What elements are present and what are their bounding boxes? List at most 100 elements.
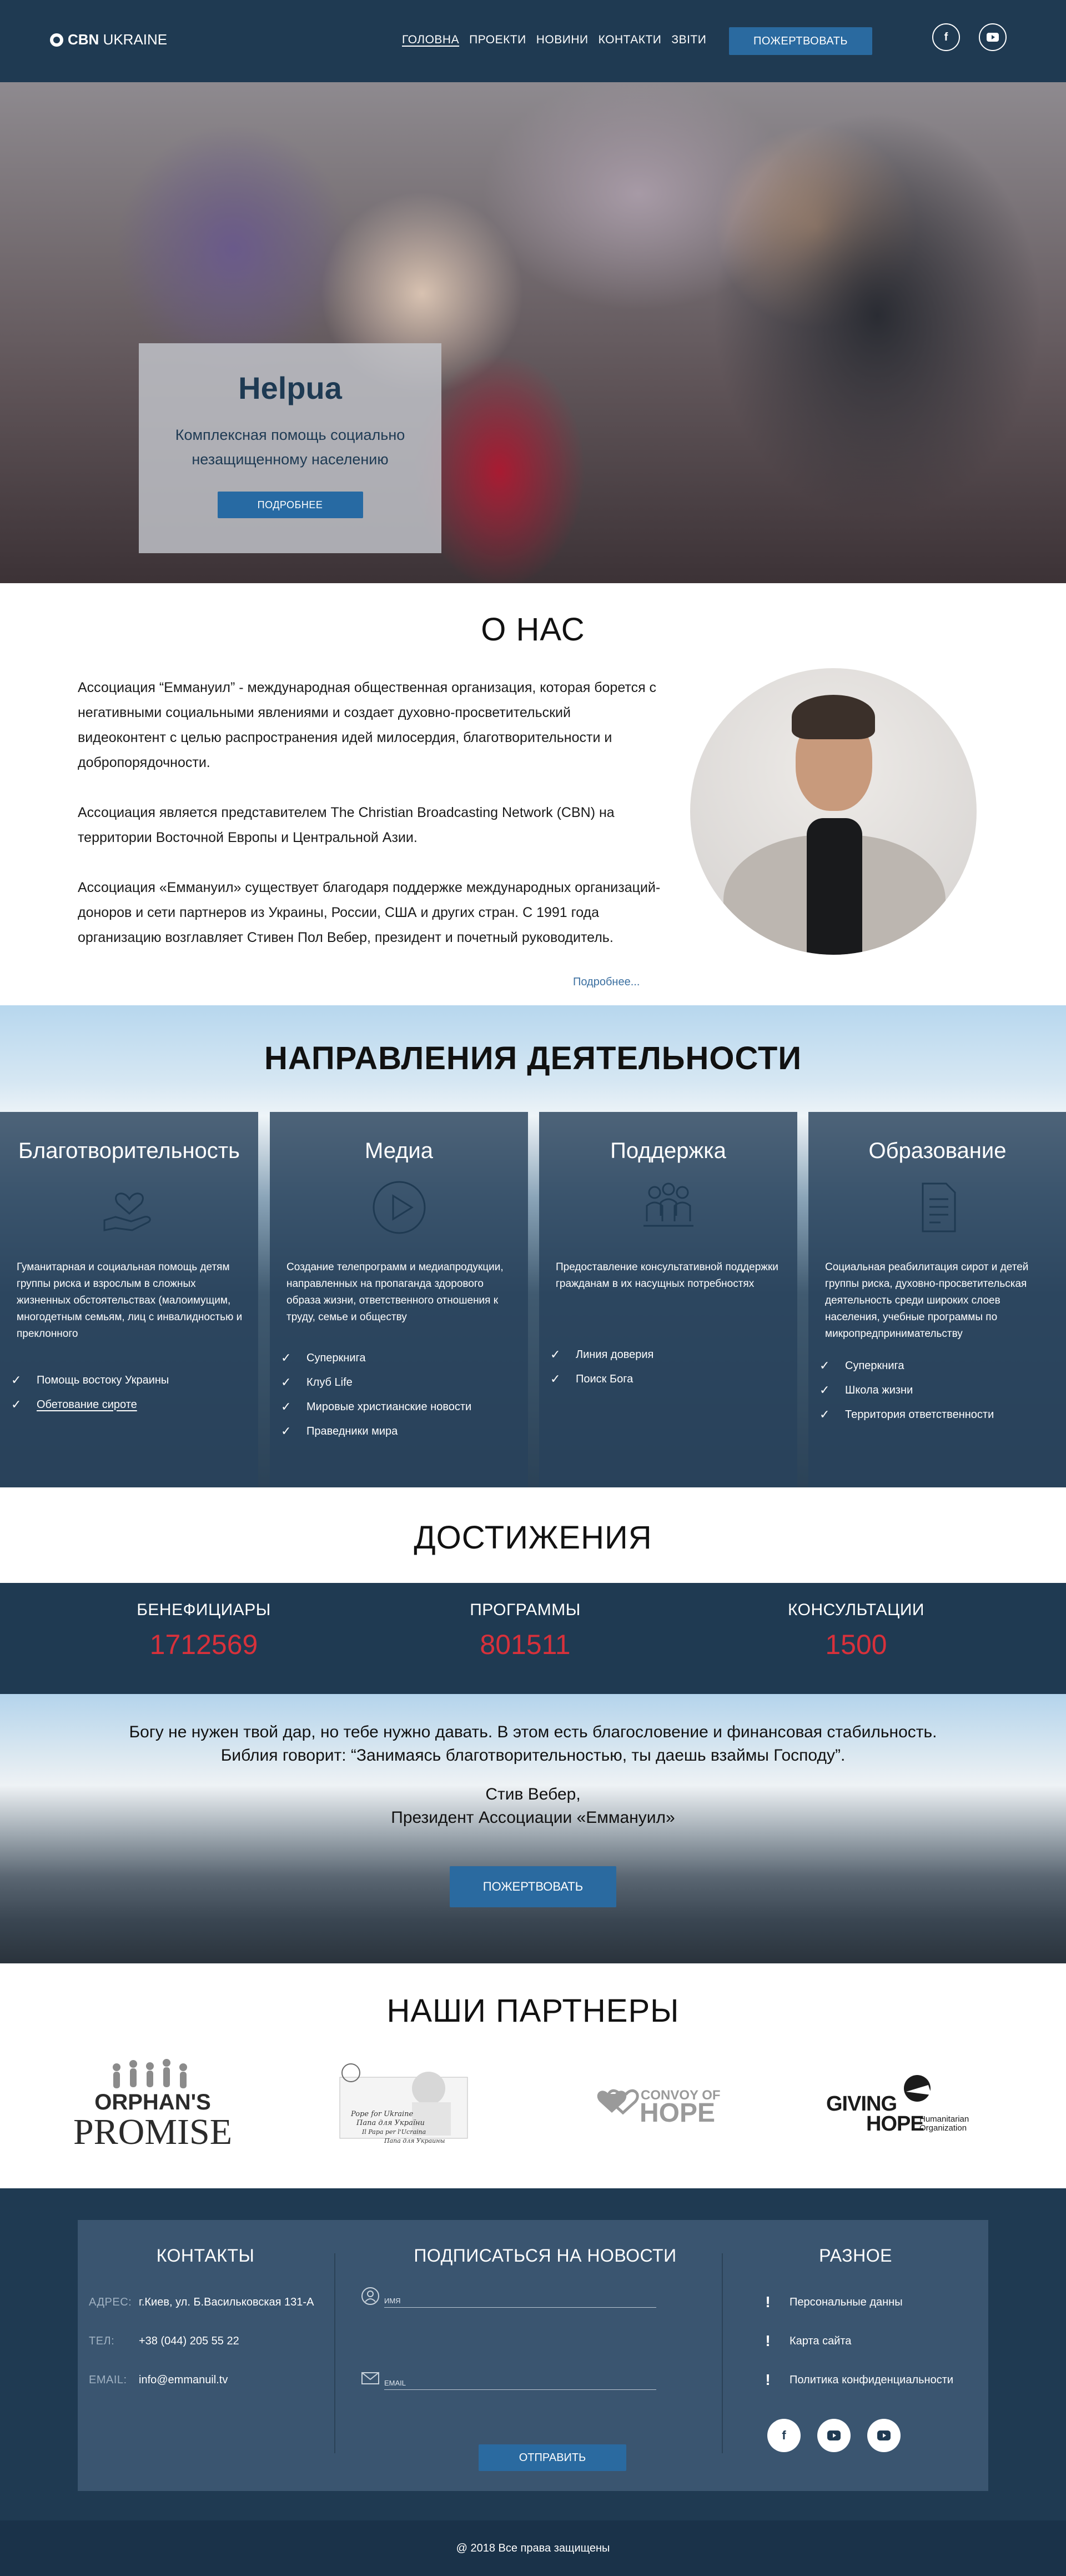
achievements-title: ДОСТИЖЕНИЯ: [414, 1520, 652, 1556]
direction-card-education: Образование Социальная реабилитация сиро…: [808, 1112, 1066, 1487]
exclamation-icon: !: [765, 2293, 771, 2311]
svg-text:PROMISE: PROMISE: [73, 2112, 232, 2152]
nav-reports[interactable]: ЗВІТИ: [671, 33, 706, 47]
site-header: CBN UKRAINE ГОЛОВНА ПРОЕКТИ НОВИНИ КОНТА…: [0, 0, 1066, 82]
contact-label: АДРЕС:: [89, 2296, 132, 2308]
misc-link-personal-data[interactable]: ! Персональные данны: [765, 2293, 902, 2311]
list-item[interactable]: ✓ Мировые христианские новости: [281, 1395, 528, 1419]
footer-contacts-title: КОНТАКТЫ: [156, 2246, 255, 2266]
mail-icon: [361, 2372, 379, 2384]
contact-value: г.Киев, ул. Б.Васильковская 131-А: [139, 2296, 314, 2308]
nav-news[interactable]: НОВИНИ: [536, 33, 589, 47]
quote-section: Богу не нужен твой дар, но тебе нужно да…: [0, 1694, 1066, 1963]
svg-text:Папа для України: Папа для України: [356, 2119, 425, 2127]
svg-text:Organization: Organization: [919, 2123, 967, 2133]
footer-contacts: КОНТАКТЫ АДРЕС: г.Киев, ул. Б.Васильковс…: [78, 2220, 333, 2491]
list-item[interactable]: ✓ Обетование сироте: [11, 1392, 258, 1417]
misc-link-sitemap[interactable]: ! Карта сайта: [765, 2332, 851, 2350]
directions-section: НАПРАВЛЕНИЯ ДЕЯТЕЛЬНОСТИ Благотворительн…: [0, 1005, 1066, 1487]
nav-projects[interactable]: ПРОЕКТИ: [469, 33, 526, 47]
direction-list: ✓ Помощь востоку Украины ✓ Обетование сиро…: [11, 1368, 258, 1417]
copyright: @ 2018 Все права защищены: [0, 2520, 1066, 2576]
giving-hope-logo[interactable]: GIVING HOPE Humanitarian Organization: [823, 2055, 989, 2155]
youtube-icon[interactable]: [817, 2419, 851, 2452]
stat-value: 1712569: [149, 1629, 258, 1660]
about-paragraph: Ассоциация «Еммануил» существует благода…: [78, 880, 661, 945]
contact-value[interactable]: info@emmanuil.tv: [139, 2374, 228, 2387]
cbn-eye-icon: [50, 33, 63, 47]
stat-programs: ПРОГРАММЫ 801511: [370, 1601, 681, 1661]
svg-text:HOPE: HOPE: [640, 2098, 715, 2128]
quote-line: Библия говорит: “Занимаясь благотворител…: [220, 1746, 846, 1765]
orphans-promise-logo[interactable]: ORPHAN'S PROMISE: [72, 2055, 233, 2155]
contact-phone: ТЕЛ: +38 (044) 205 55 22: [89, 2335, 239, 2348]
stats-bar: БЕНЕФИЦИАРЫ 1712569 ПРОГРАММЫ 801511 КОН…: [0, 1583, 1066, 1694]
hero-more-button[interactable]: ПОДРОБНЕЕ: [217, 492, 363, 518]
list-item[interactable]: ✓ Клуб Life: [281, 1370, 528, 1395]
direction-description: Гуманитарная и социальная помощь детям г…: [17, 1261, 243, 1340]
about-paragraph: Ассоциация является представителем The C…: [78, 805, 615, 845]
direction-title: Медиа: [364, 1139, 434, 1163]
contact-address: АДРЕС: г.Киев, ул. Б.Васильковская 131-А: [89, 2296, 314, 2309]
list-item[interactable]: ✓ Суперкнига: [281, 1346, 528, 1370]
direction-list: ✓ Суперкнига ✓ Клуб Life ✓ Мировые христиан…: [281, 1346, 528, 1444]
check-icon: ✓: [819, 1407, 830, 1421]
convoy-of-hope-logo[interactable]: CONVOY OF HOPE: [590, 2055, 728, 2155]
footer-box: КОНТАКТЫ АДРЕС: г.Киев, ул. Б.Васильковс…: [78, 2220, 988, 2491]
list-item[interactable]: ✓ Территория ответственности: [819, 1402, 1066, 1427]
footer: КОНТАКТЫ АДРЕС: г.Киев, ул. Б.Васильковс…: [0, 2188, 1066, 2520]
quote-text: Богу не нужен твой дар, но тебе нужно да…: [0, 1721, 1066, 1767]
stat-value: 801511: [480, 1629, 571, 1660]
check-icon: ✓: [550, 1372, 561, 1386]
email-field: [384, 2368, 656, 2390]
direction-title: Благотворительность: [18, 1139, 240, 1163]
hero-subtitle: Комплексная помощь социально незащищенно…: [175, 427, 405, 468]
svg-text:Папа для Украины: Папа для Украины: [384, 2137, 445, 2144]
facebook-icon[interactable]: f: [932, 23, 960, 51]
directions-title: НАПРАВЛЕНИЯ ДЕЯТЕЛЬНОСТИ: [264, 1040, 802, 1076]
play-icon: [373, 1181, 425, 1234]
list-item[interactable]: ✓ Школа жизни: [819, 1378, 1066, 1402]
youtube-icon[interactable]: [979, 23, 1007, 51]
check-icon: ✓: [819, 1383, 830, 1397]
donate-button[interactable]: ПОЖЕРТВОВАТЬ: [729, 27, 872, 55]
list-item[interactable]: ✓ Суперкнига: [819, 1354, 1066, 1378]
logo-text: UKRAINE: [99, 31, 168, 48]
list-item[interactable]: ✓ Праведники мира: [281, 1419, 528, 1444]
footer-misc-title: РАЗНОЕ: [819, 2246, 892, 2266]
youtube-icon[interactable]: [867, 2419, 901, 2452]
pope-for-ukraine-logo[interactable]: Pope for Ukraine Папа для України Il Pap…: [334, 2055, 473, 2155]
about-paragraph: Ассоциация “Еммануил” - международная об…: [78, 680, 657, 770]
direction-description: Создание телепрограмм и медиапродукции, …: [286, 1261, 504, 1323]
hero-banner: Helpua Комплексная помощь социально неза…: [0, 82, 1066, 583]
stat-label: КОНСУЛЬТАЦИИ: [788, 1601, 924, 1619]
hero-title: Helpua: [238, 370, 342, 405]
misc-link-privacy[interactable]: ! Политика конфиденциальности: [765, 2371, 953, 2389]
stat-value: 1500: [825, 1629, 887, 1660]
list-item[interactable]: ✓ Линия доверия: [550, 1342, 797, 1367]
list-item[interactable]: ✓ Помощь востоку Украины: [11, 1368, 258, 1392]
stat-consultations: КОНСУЛЬТАЦИИ 1500: [701, 1601, 1012, 1661]
contact-value[interactable]: +38 (044) 205 55 22: [139, 2335, 239, 2348]
nav-home[interactable]: ГОЛОВНА: [402, 33, 459, 47]
name-input[interactable]: [384, 2297, 656, 2305]
nav-contacts[interactable]: КОНТАКТИ: [599, 33, 662, 47]
subscribe-send-button[interactable]: ОТПРАВИТЬ: [479, 2444, 626, 2471]
svg-text:Il Papa per l'Ucraina: Il Papa per l'Ucraina: [361, 2128, 426, 2136]
check-icon: ✓: [11, 1373, 22, 1387]
about-more-link[interactable]: Подробнее...: [573, 976, 640, 989]
contact-label: EMAIL:: [89, 2374, 127, 2386]
check-icon: ✓: [281, 1400, 291, 1414]
author-title: Президент Ассоциации «Еммануил»: [391, 1808, 675, 1827]
contact-email: EMAIL: info@emmanuil.tv: [89, 2374, 228, 2387]
direction-description: Социальная реабилитация сирот и детей гр…: [825, 1261, 1029, 1340]
svg-text:Pope for Ukraine: Pope for Ukraine: [350, 2110, 414, 2118]
email-input[interactable]: [384, 2379, 656, 2387]
quote-donate-button[interactable]: ПОЖЕРТВОВАТЬ: [450, 1866, 616, 1907]
direction-card-support: Поддержка Предоставление консультативной…: [539, 1112, 797, 1487]
logo-text-bold: CBN: [68, 31, 99, 48]
facebook-icon[interactable]: f: [767, 2419, 801, 2452]
logo[interactable]: CBN UKRAINE: [50, 31, 167, 48]
list-item[interactable]: ✓ Поиск Бога: [550, 1367, 797, 1391]
svg-text:HOPE: HOPE: [866, 2112, 924, 2136]
